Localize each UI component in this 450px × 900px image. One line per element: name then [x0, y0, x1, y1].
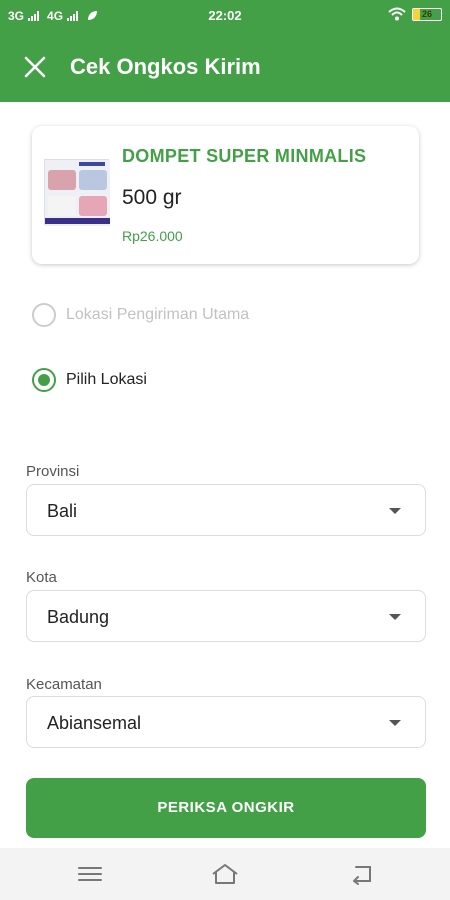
periksa-ongkir-button[interactable]: PERIKSA ONGKIR [26, 778, 426, 838]
back-icon[interactable] [348, 862, 376, 886]
status-icons: 26 [388, 7, 442, 21]
radio-label: Pilih Lokasi [66, 371, 147, 388]
radio-label: Lokasi Pengiriman Utama [66, 306, 250, 323]
kecamatan-label: Kecamatan [26, 676, 102, 693]
dropdown-arrow-icon [389, 720, 401, 726]
radio-button[interactable] [32, 303, 56, 327]
dropdown-arrow-icon [389, 508, 401, 514]
kecamatan-value: Abiansemal [47, 713, 142, 733]
product-weight: 500 gr [122, 186, 182, 209]
radio-option-pilih-lokasi[interactable]: Pilih Lokasi [32, 368, 147, 392]
product-card: DOMPET SUPER MINMALIS 500 gr Rp26.000 [32, 126, 419, 264]
provinsi-label: Provinsi [26, 463, 80, 480]
wifi-icon [388, 7, 406, 21]
app-bar: Cek Ongkos Kirim [0, 32, 450, 102]
radio-button-selected[interactable] [32, 368, 56, 392]
kota-value: Badung [47, 607, 110, 627]
close-icon[interactable] [20, 52, 50, 82]
status-bar: 3G 4G 22:02 26 [0, 0, 450, 32]
battery-icon: 26 [412, 7, 442, 21]
kota-label: Kota [26, 569, 57, 586]
radio-option-lokasi-utama[interactable]: Lokasi Pengiriman Utama [32, 303, 249, 327]
system-nav-bar [0, 848, 450, 900]
provinsi-dropdown[interactable]: Bali [26, 484, 426, 536]
home-icon[interactable] [211, 862, 239, 886]
battery-fill [413, 8, 421, 20]
kecamatan-dropdown[interactable]: Abiansemal [26, 696, 426, 748]
product-price: Rp26.000 [122, 228, 183, 244]
battery-level: 26 [421, 8, 432, 19]
kota-dropdown[interactable]: Badung [26, 590, 426, 642]
page-title: Cek Ongkos Kirim [70, 54, 261, 79]
product-image [44, 159, 110, 226]
dropdown-arrow-icon [389, 614, 401, 620]
clock: 22:02 [208, 8, 242, 23]
provinsi-value: Bali [47, 501, 78, 521]
menu-icon[interactable] [76, 862, 104, 886]
product-name: DOMPET SUPER MINMALIS [122, 146, 367, 166]
